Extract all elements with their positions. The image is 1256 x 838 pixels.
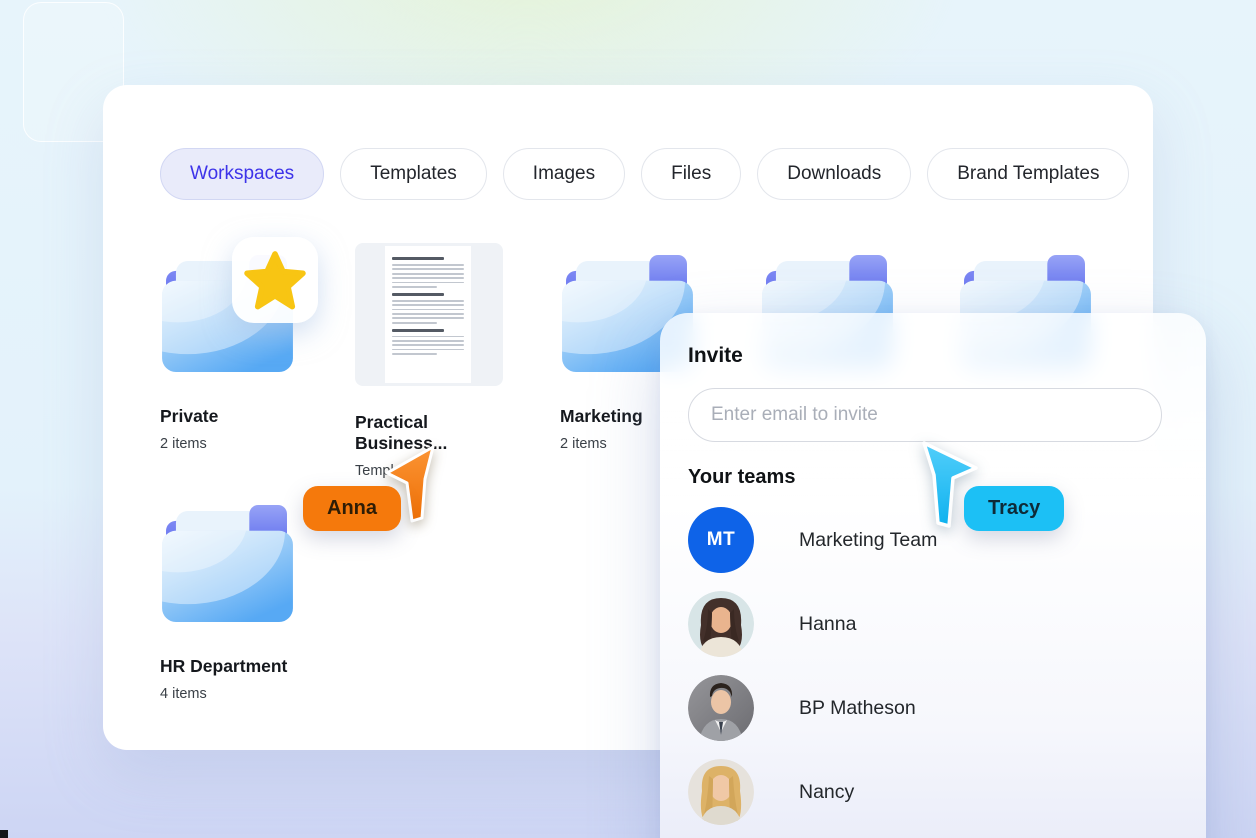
tab-files[interactable]: Files (641, 148, 741, 200)
tab-brand-templates[interactable]: Brand Templates (927, 148, 1129, 200)
avatar-marketing-team: MT (688, 507, 754, 573)
folder-item-private[interactable]: Private 2 items (160, 255, 320, 452)
avatar-nancy (688, 759, 754, 825)
corner-artifact (0, 830, 8, 838)
document-thumbnail (355, 243, 503, 386)
team-row-nancy[interactable]: Nancy (688, 759, 1178, 825)
collaborator-cursor-anna: Anna (385, 443, 437, 530)
tab-bar: Workspaces Templates Images Files Downlo… (160, 148, 1129, 200)
invite-panel-title: Invite (688, 344, 1178, 368)
team-name: Hanna (799, 613, 856, 636)
folder-meta: 4 items (160, 686, 320, 702)
team-row-bp-matheson[interactable]: BP Matheson (688, 675, 1178, 741)
folder-icon (160, 505, 295, 622)
folder-name: Private (160, 406, 320, 427)
team-name: Nancy (799, 781, 854, 804)
document-page (385, 246, 471, 383)
folder-item-hr-department[interactable]: HR Department 4 items (160, 505, 320, 702)
tab-images[interactable]: Images (503, 148, 625, 200)
favorite-badge (232, 237, 318, 323)
team-name: Marketing Team (799, 529, 937, 552)
star-icon (244, 249, 306, 311)
avatar-hanna (688, 591, 754, 657)
tab-templates[interactable]: Templates (340, 148, 487, 200)
tab-downloads[interactable]: Downloads (757, 148, 911, 200)
cursor-name-tag: Anna (303, 486, 401, 531)
tab-workspaces[interactable]: Workspaces (160, 148, 324, 200)
collaborator-cursor-tracy: Tracy (920, 440, 980, 535)
team-row-hanna[interactable]: Hanna (688, 591, 1178, 657)
folder-name: HR Department (160, 656, 320, 677)
cursor-name-tag: Tracy (964, 486, 1064, 531)
avatar-bp-matheson (688, 675, 754, 741)
invite-email-input[interactable] (688, 388, 1162, 442)
invite-panel: Invite Your teams MT Marketing Team Hann… (660, 313, 1206, 838)
folder-meta: 2 items (160, 436, 320, 452)
team-name: BP Matheson (799, 697, 916, 720)
